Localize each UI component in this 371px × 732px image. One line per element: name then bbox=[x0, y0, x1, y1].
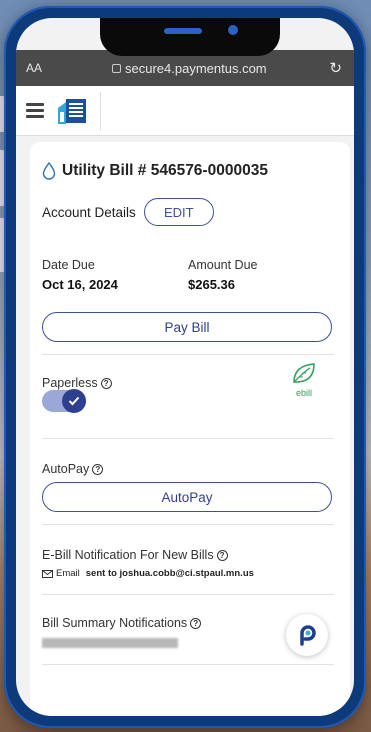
front-camera bbox=[228, 25, 238, 35]
help-icon[interactable]: ? bbox=[216, 550, 228, 562]
help-icon[interactable]: ? bbox=[92, 464, 104, 476]
section-divider bbox=[42, 664, 334, 665]
email-address-text: sent to joshua.cobb@ci.stpaul.mn.us bbox=[85, 568, 254, 579]
ebill-badge: ebill bbox=[286, 362, 322, 398]
address-field[interactable]: secure4.paymentus.com bbox=[112, 61, 267, 76]
ebill-label: ebill bbox=[295, 388, 312, 398]
paperless-toggle[interactable] bbox=[42, 389, 86, 413]
paperless-label-row: Paperless? bbox=[42, 376, 112, 390]
paymentus-chat-button[interactable] bbox=[286, 614, 328, 656]
amount-due-label: Amount Due bbox=[188, 258, 258, 272]
bill-title-row: Utility Bill # 546576-0000035 bbox=[42, 162, 268, 180]
bill-card: Utility Bill # 546576-0000035 Account De… bbox=[30, 142, 350, 716]
edit-button[interactable]: EDIT bbox=[143, 198, 214, 226]
paymentus-logo-icon bbox=[300, 625, 316, 646]
account-details-row: Account Details EDIT bbox=[42, 198, 214, 226]
header-divider bbox=[100, 92, 101, 130]
section-divider bbox=[42, 438, 334, 439]
email-notification-row: Email sent to joshua.cobb@ci.stpaul.mn.u… bbox=[42, 568, 254, 579]
leaf-icon bbox=[293, 363, 315, 383]
page-title: Utility Bill # 546576-0000035 bbox=[62, 162, 268, 179]
mail-icon bbox=[42, 569, 53, 578]
autopay-label-row: AutoPay? bbox=[42, 462, 104, 476]
account-details-label: Account Details bbox=[42, 204, 136, 220]
paperless-label: Paperless bbox=[42, 376, 98, 390]
pay-bill-button[interactable]: Pay Bill bbox=[42, 312, 332, 342]
app-header bbox=[16, 86, 354, 136]
text-size-button[interactable]: AA bbox=[26, 61, 42, 75]
checkmark-icon bbox=[68, 396, 80, 406]
speaker-grille bbox=[164, 28, 202, 34]
section-divider bbox=[42, 524, 334, 525]
summary-notifications-label: Bill Summary Notifications bbox=[42, 616, 188, 630]
help-icon[interactable]: ? bbox=[100, 378, 112, 390]
phone-notch bbox=[100, 18, 280, 56]
utility-logo-icon[interactable] bbox=[56, 96, 88, 126]
reload-icon[interactable]: ↻ bbox=[329, 59, 342, 77]
summary-notifications-label-row: Bill Summary Notifications? bbox=[42, 616, 202, 630]
menu-icon[interactable] bbox=[26, 103, 44, 118]
phone-frame: AA secure4.paymentus.com ↻ Utility Bill … bbox=[4, 6, 366, 728]
toggle-knob bbox=[62, 389, 86, 413]
section-divider bbox=[42, 594, 334, 595]
amount-due-value: $265.36 bbox=[188, 277, 235, 292]
lock-icon bbox=[112, 63, 121, 73]
redacted-text bbox=[42, 638, 178, 648]
water-drop-icon bbox=[42, 162, 56, 180]
date-due-value: Oct 16, 2024 bbox=[42, 277, 118, 292]
ebill-notification-label: E-Bill Notification For New Bills bbox=[42, 548, 214, 562]
url-text: secure4.paymentus.com bbox=[125, 60, 267, 76]
email-prefix: Email bbox=[56, 568, 80, 579]
autopay-label: AutoPay bbox=[42, 462, 90, 476]
help-icon[interactable]: ? bbox=[190, 618, 202, 630]
autopay-button[interactable]: AutoPay bbox=[42, 482, 332, 512]
phone-screen: AA secure4.paymentus.com ↻ Utility Bill … bbox=[16, 18, 354, 716]
date-due-label: Date Due bbox=[42, 258, 95, 272]
ebill-notification-label-row: E-Bill Notification For New Bills? bbox=[42, 548, 228, 562]
section-divider bbox=[42, 354, 334, 355]
